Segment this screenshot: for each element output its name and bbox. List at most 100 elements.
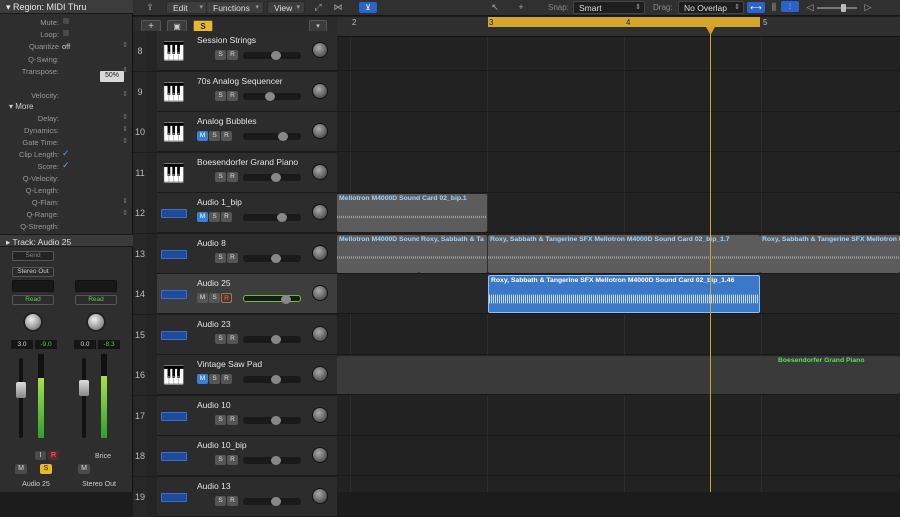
track-name[interactable]: Audio 10 <box>197 400 231 410</box>
track-lane[interactable] <box>337 436 900 476</box>
track-solo-button[interactable]: S <box>209 212 220 222</box>
track-pan-knob[interactable] <box>312 325 328 342</box>
track-lane[interactable] <box>337 112 900 152</box>
zoom-out-icon[interactable]: ◁ <box>803 2 817 13</box>
track-pan-knob[interactable] <box>312 406 328 423</box>
track-header[interactable]: 18 Audio 10_bip S R <box>133 436 337 476</box>
more-param-row[interactable]: Q-Range: ⇕ <box>0 208 133 220</box>
cycle-region[interactable] <box>488 17 760 27</box>
audio-region[interactable]: Boesendorfer Grand Piano <box>337 356 900 394</box>
region-param-row[interactable]: Mute: <box>0 16 133 28</box>
waveform-zoom-icon[interactable]: ⫼ <box>769 2 779 13</box>
instrument-icon[interactable]: 🎹 <box>159 359 189 391</box>
disclosure-triangle-icon[interactable]: ▾ <box>6 2 13 12</box>
instrument-icon[interactable]: 🎹 <box>159 157 189 189</box>
track-header[interactable]: 8 🎹 Session Strings S R <box>133 31 337 71</box>
track-lane[interactable] <box>337 72 900 112</box>
track-pan-knob[interactable] <box>312 244 328 261</box>
track-volume-slider[interactable] <box>243 132 301 141</box>
waveform-icon[interactable] <box>159 278 189 310</box>
track-solo-button[interactable]: S <box>215 50 226 60</box>
track-header[interactable]: 11 🎹 Boesendorfer Grand Piano S R <box>133 152 337 193</box>
automation-mode-button[interactable]: Read <box>75 295 117 305</box>
volume-value[interactable]: 0.0 <box>74 340 96 349</box>
track-volume-slider[interactable] <box>243 456 301 465</box>
audio-region[interactable]: Mellotron M4000D Sound Card <box>337 234 419 273</box>
flex-icon[interactable]: ⤢ <box>311 2 325 13</box>
track-solo-button[interactable]: S <box>215 90 226 101</box>
waveform-icon[interactable] <box>159 400 189 432</box>
fader-thumb[interactable] <box>16 382 26 398</box>
volume-fader[interactable] <box>19 358 23 438</box>
track-mute-button[interactable]: M <box>197 374 208 384</box>
region-inspector-header[interactable]: ▾ Region: MIDI Thru <box>0 0 133 14</box>
chevron-updown-icon[interactable]: ⇕ <box>122 41 128 49</box>
edit-menu[interactable]: Edit ▾ <box>166 1 208 14</box>
track-volume-slider[interactable] <box>243 51 301 60</box>
checkmark-icon[interactable]: ✓ <box>62 148 70 159</box>
catch-playhead-icon[interactable]: ⇪ <box>143 2 157 13</box>
track-header[interactable]: 17 Audio 10 S R <box>133 395 337 436</box>
track-name[interactable]: Audio 23 <box>197 319 231 329</box>
track-name[interactable]: Session Strings <box>197 35 256 45</box>
track-header[interactable]: 9 🎹 70s Analog Sequencer S R <box>133 71 337 112</box>
track-record-button[interactable]: R <box>221 212 232 222</box>
zoom-slider-thumb[interactable] <box>841 4 846 12</box>
snap-select[interactable]: Smart ⇕ <box>573 1 645 14</box>
chevron-updown-icon[interactable]: ⇕ <box>122 209 128 217</box>
track-name[interactable]: 70s Analog Sequencer <box>197 76 283 86</box>
track-name[interactable]: Audio 25 <box>197 278 231 288</box>
track-record-button[interactable]: R <box>227 495 238 506</box>
more-param-row[interactable]: Clip Length: ✓ <box>0 148 133 160</box>
track-mute-button[interactable]: M <box>197 212 208 222</box>
audio-region[interactable]: Mellotron M4000D Sound Card 02_bip.1 <box>337 194 487 232</box>
more-param-row[interactable]: Q-Flam: ⇕ <box>0 196 133 208</box>
region-param-row[interactable]: Q-Swing: <box>0 53 133 65</box>
track-name[interactable]: Audio 10_bip <box>197 440 247 450</box>
group-slot[interactable] <box>12 280 54 292</box>
track-solo-button[interactable]: S <box>215 333 226 344</box>
chevron-updown-icon[interactable]: ⇕ <box>122 90 128 98</box>
more-param-row[interactable]: Delay: ⇕ <box>0 112 133 124</box>
track-solo-button[interactable]: S <box>215 495 226 506</box>
track-pan-knob[interactable] <box>312 285 328 301</box>
track-name[interactable]: Analog Bubbles <box>197 116 257 126</box>
track-header[interactable]: 12 Audio 1_bip M S R <box>133 193 337 233</box>
track-lane[interactable] <box>337 315 900 355</box>
zoom-slider[interactable] <box>817 7 857 9</box>
marquee-tool-icon[interactable]: + <box>514 2 528 13</box>
volume-value[interactable]: 3.0 <box>11 340 33 349</box>
volume-thumb[interactable] <box>271 334 281 344</box>
checkbox[interactable] <box>63 18 69 24</box>
volume-thumb[interactable] <box>271 496 281 506</box>
volume-thumb[interactable] <box>281 295 291 304</box>
pan-knob[interactable] <box>86 312 106 332</box>
track-solo-button[interactable]: S <box>215 414 226 425</box>
group-slot[interactable] <box>75 280 117 292</box>
track-volume-slider[interactable] <box>243 213 301 222</box>
mute-button[interactable]: M <box>78 464 90 474</box>
strip-button[interactable]: R <box>48 451 59 460</box>
track-pan-knob[interactable] <box>312 42 328 58</box>
track-solo-button[interactable]: S <box>215 252 226 263</box>
track-record-button[interactable]: R <box>227 414 238 425</box>
track-lane[interactable] <box>337 396 900 436</box>
track-volume-slider[interactable] <box>243 91 301 101</box>
volume-thumb[interactable] <box>278 132 288 141</box>
track-volume-slider[interactable] <box>243 375 301 384</box>
track-inspector-header[interactable]: ▸ Track: Audio 25 <box>0 234 133 247</box>
waveform-icon[interactable] <box>159 481 189 513</box>
track-pan-knob[interactable] <box>312 366 328 382</box>
track-name[interactable]: Audio 13 <box>197 481 231 491</box>
track-pan-knob[interactable] <box>312 82 328 99</box>
q-strength-value[interactable]: 50% <box>100 71 124 82</box>
track-lane[interactable] <box>337 31 900 71</box>
track-name[interactable]: Boesendorfer Grand Piano <box>197 157 298 167</box>
volume-thumb[interactable] <box>271 253 281 263</box>
track-volume-slider[interactable] <box>243 295 301 304</box>
track-record-button[interactable]: R <box>227 90 238 101</box>
track-record-button[interactable]: R <box>227 171 238 182</box>
zoom-fit-icon[interactable]: ⋈ <box>331 2 345 13</box>
track-solo-button[interactable]: S <box>209 131 220 141</box>
track-header[interactable]: 16 🎹 Vintage Saw Pad M S R <box>133 355 337 395</box>
